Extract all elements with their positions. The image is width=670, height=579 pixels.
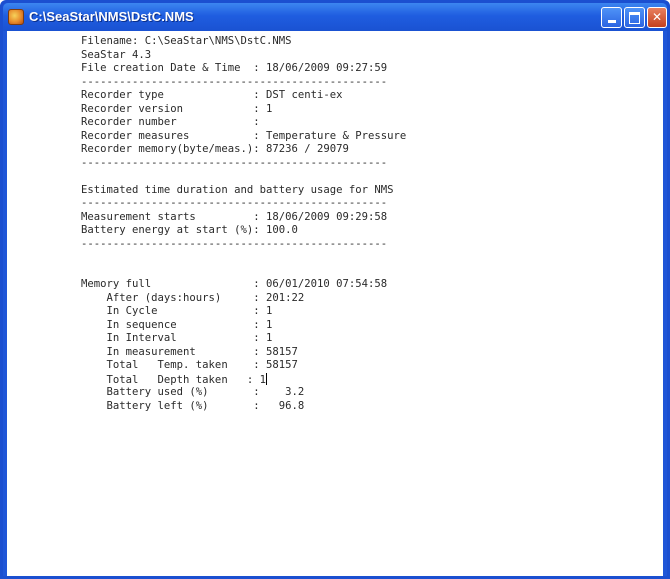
- close-button[interactable]: ✕: [647, 7, 667, 28]
- text-line: Memory full : 06/01/2010 07:54:58: [81, 278, 388, 290]
- text-line: Total Depth taken : 1: [81, 372, 267, 386]
- text-line: After (days:hours) : 201:22: [81, 291, 305, 304]
- text-line: Recorder number :: [81, 116, 260, 128]
- separator-line: ----------------------------------------…: [81, 75, 388, 88]
- text-line: Recorder type : DST centi-ex: [81, 89, 343, 101]
- separator-line: ----------------------------------------…: [81, 156, 388, 169]
- maximize-button[interactable]: [624, 7, 645, 28]
- text-line: In Interval : 1: [81, 332, 273, 344]
- text-line: Battery energy at start (%): 100.0: [81, 224, 298, 236]
- text-area[interactable]: Filename: C:\SeaStar\NMS\DstC.NMS SeaStar…: [7, 31, 663, 576]
- minimize-button[interactable]: [601, 7, 622, 28]
- text-line: SeaStar 4.3: [81, 48, 152, 61]
- separator-line: ----------------------------------------…: [81, 237, 388, 250]
- title-bar[interactable]: C:\SeaStar\NMS\DstC.NMS ✕: [3, 3, 667, 31]
- text-line: Recorder version : 1: [81, 102, 273, 115]
- text-line: Total Temp. taken : 58157: [81, 359, 298, 371]
- separator-line: ----------------------------------------…: [81, 197, 388, 209]
- text-line: Recorder measures : Temperature & Pressu…: [81, 129, 407, 142]
- document-text[interactable]: Filename: C:\SeaStar\NMS\DstC.NMS SeaStar…: [81, 35, 406, 413]
- text-line: Battery left (%) : 96.8: [81, 399, 305, 412]
- text-line: In Cycle : 1: [81, 305, 273, 317]
- text-line: Estimated time duration and battery usag…: [81, 183, 394, 196]
- text-line: File creation Date & Time : 18/06/2009 0…: [81, 62, 388, 74]
- text-cursor: [265, 372, 267, 385]
- text-line: Battery used (%) : 3.2: [81, 386, 305, 398]
- close-icon: ✕: [651, 10, 663, 24]
- text-line: Measurement starts : 18/06/2009 09:29:58: [81, 210, 388, 223]
- notepad-window: C:\SeaStar\NMS\DstC.NMS ✕ Filename: C:\S…: [0, 0, 670, 579]
- text-line: Filename: C:\SeaStar\NMS\DstC.NMS: [81, 35, 292, 47]
- text-line: Recorder memory(byte/meas.): 87236 / 290…: [81, 143, 349, 155]
- maximize-icon: [629, 12, 640, 24]
- minimize-icon: [607, 20, 616, 23]
- app-icon[interactable]: [8, 9, 24, 25]
- window-title: C:\SeaStar\NMS\DstC.NMS: [29, 9, 194, 24]
- text-line: In measurement : 58157: [81, 345, 298, 358]
- text-line: In sequence : 1: [81, 318, 273, 331]
